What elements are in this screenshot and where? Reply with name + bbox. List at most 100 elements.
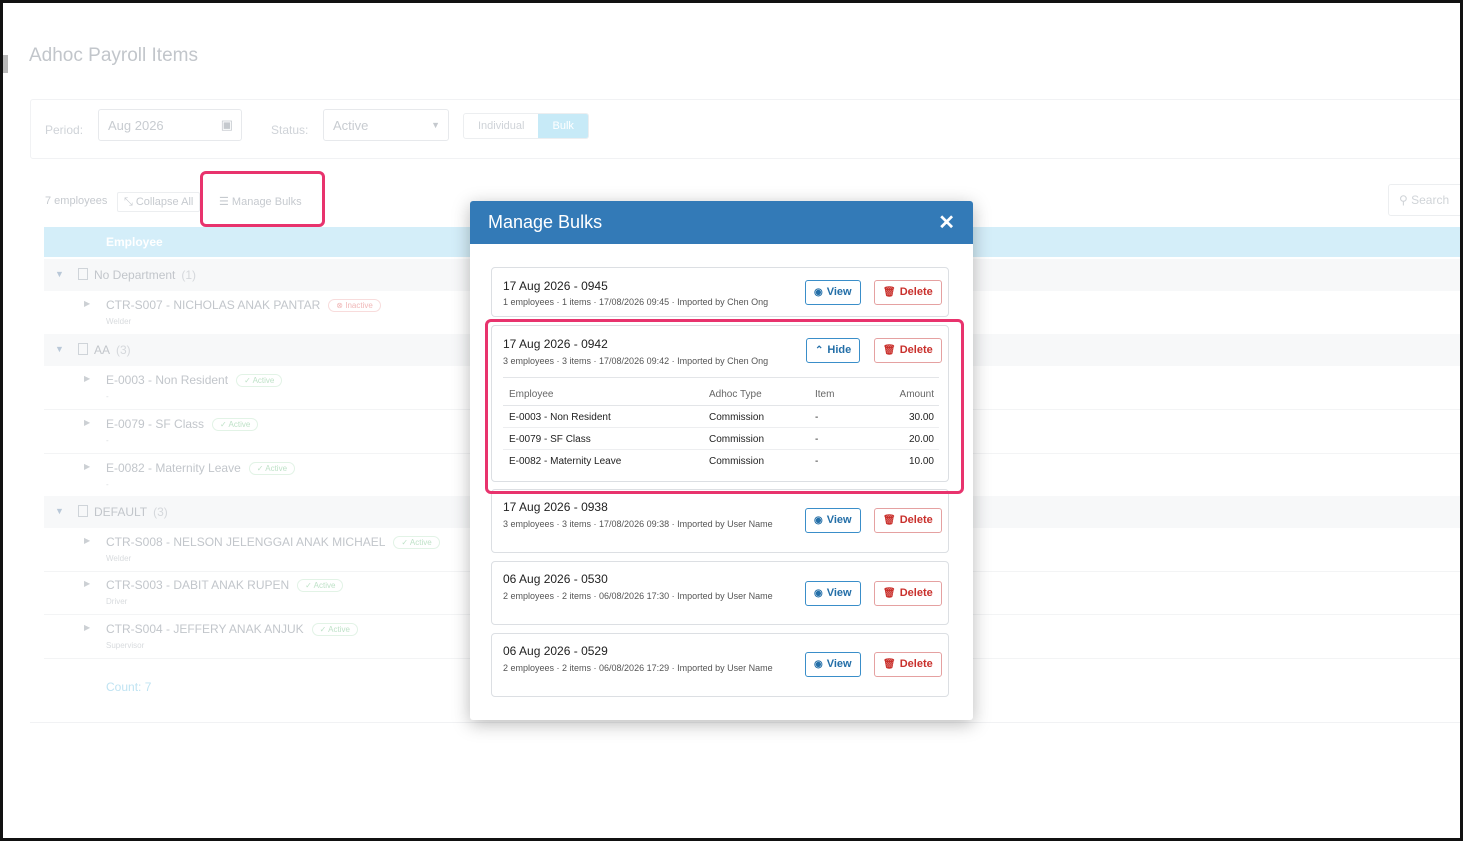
caret-right-icon: ▶	[84, 579, 91, 588]
caret-right-icon: ▶	[84, 462, 91, 471]
eye-icon: ◉	[814, 287, 823, 298]
bulk-meta: 2 employees · 2 items · 06/08/2026 17:29…	[503, 663, 773, 673]
group-name: DEFAULT	[94, 505, 148, 519]
employee-position: -	[106, 436, 109, 445]
status-badge: ✓ Active	[236, 374, 283, 387]
screen: Adhoc Payroll Items Period: Aug 2026 ▣ S…	[0, 0, 1463, 841]
status-badge-label: Inactive	[345, 301, 373, 310]
status-badge-label: Active	[228, 420, 251, 429]
check-circle-icon: ✓	[319, 625, 329, 634]
status-select[interactable]: Active ▼	[323, 109, 449, 141]
period-value: Aug 2026	[108, 118, 164, 133]
status-badge-label: Active	[313, 581, 336, 590]
sidebar-toggle	[3, 55, 8, 73]
employee-name: CTR-S007 - NICHOLAS ANAK PANTAR	[106, 298, 321, 312]
bulk-meta: 3 employees · 3 items · 17/08/2026 09:38…	[503, 519, 773, 529]
delete-label: Delete	[899, 658, 933, 670]
bulk-card: 06 Aug 2026 - 0529 2 employees · 2 items…	[491, 633, 949, 697]
mode-bulk-button[interactable]: Bulk	[538, 114, 588, 138]
close-icon[interactable]: ✕	[938, 210, 955, 235]
delete-label: Delete	[899, 286, 933, 298]
status-badge-label: Active	[252, 376, 275, 385]
status-badge: ✓ Active	[212, 418, 259, 431]
filter-card	[30, 99, 1460, 159]
delete-button[interactable]: 🗑 Delete	[874, 652, 942, 677]
building-icon	[78, 268, 88, 280]
employee-count: 7 employees	[45, 195, 108, 207]
check-circle-icon: ✓	[401, 538, 410, 547]
period-input[interactable]: Aug 2026 ▣	[98, 109, 242, 141]
trash-icon: 🗑	[883, 515, 896, 526]
caret-right-icon: ▶	[84, 536, 91, 545]
view-button[interactable]: ◉ View	[805, 652, 861, 677]
employee-position: -	[106, 392, 109, 401]
bulk-title: 06 Aug 2026 - 0529	[503, 644, 608, 658]
employee-position: -	[106, 480, 109, 489]
status-badge: ✓ Active	[393, 536, 440, 549]
caret-right-icon: ▶	[84, 623, 91, 632]
bulk-title: 17 Aug 2026 - 0945	[503, 279, 608, 293]
eye-icon: ◉	[814, 659, 823, 670]
status-badge: ✓ Active	[297, 579, 344, 592]
highlight-box	[200, 171, 325, 227]
caret-right-icon: ▶	[84, 374, 91, 383]
mode-toggle: Individual Bulk	[463, 113, 589, 139]
eye-icon: ◉	[814, 515, 823, 526]
search-input[interactable]: ⚲ Search	[1388, 184, 1460, 216]
status-badge: ✓ Active	[311, 623, 358, 636]
delete-button[interactable]: 🗑 Delete	[874, 508, 942, 533]
group-count: (3)	[116, 343, 131, 357]
caret-down-icon: ▼	[55, 344, 64, 354]
collapse-all-button[interactable]: ⤡ Collapse All	[117, 192, 201, 212]
calendar-icon: ▣	[220, 117, 233, 132]
divider	[30, 722, 1460, 723]
bulk-title: 17 Aug 2026 - 0938	[503, 500, 608, 514]
delete-button[interactable]: 🗑 Delete	[874, 280, 942, 305]
bulk-card: 06 Aug 2026 - 0530 2 employees · 2 items…	[491, 561, 949, 625]
view-label: View	[826, 286, 852, 298]
view-button[interactable]: ◉ View	[805, 280, 861, 305]
trash-icon: 🗑	[883, 588, 896, 599]
status-badge: ⊗ Inactive	[328, 299, 381, 312]
group-count: (1)	[181, 268, 197, 282]
status-badge-label: Active	[409, 538, 432, 547]
group-name: AA	[94, 343, 111, 357]
check-circle-icon: ✓	[244, 376, 253, 385]
delete-label: Delete	[899, 587, 933, 599]
status-label: Status:	[271, 123, 309, 137]
count-footer: Count: 7	[106, 680, 152, 694]
column-employee: Employee	[106, 235, 163, 249]
collapse-all-label: Collapse All	[135, 196, 194, 208]
bulk-title: 06 Aug 2026 - 0530	[503, 572, 608, 586]
check-circle-icon: ✓	[256, 464, 266, 473]
employee-name: E-0079 - SF Class	[106, 417, 205, 431]
status-badge-label: Active	[328, 625, 350, 634]
caret-right-icon: ▶	[84, 299, 91, 308]
view-button[interactable]: ◉ View	[805, 581, 861, 606]
chevron-down-icon: ▼	[431, 120, 440, 130]
period-label: Period:	[45, 123, 84, 137]
delete-label: Delete	[899, 514, 933, 526]
x-circle-icon: ⊗	[336, 301, 346, 310]
search-placeholder: Search	[1411, 193, 1450, 207]
group-count: (3)	[153, 505, 168, 519]
employee-position: Welder	[106, 317, 132, 326]
employee-position: Driver	[106, 597, 128, 606]
caret-down-icon: ▼	[55, 269, 64, 279]
highlight-box	[485, 319, 964, 494]
view-button[interactable]: ◉ View	[805, 508, 861, 533]
status-badge-label: Active	[265, 464, 288, 473]
eye-icon: ◉	[814, 588, 823, 599]
delete-button[interactable]: 🗑 Delete	[874, 581, 942, 606]
employee-position: Supervisor	[106, 641, 145, 650]
view-label: View	[826, 587, 852, 599]
employee-name: E-0003 - Non Resident	[106, 373, 229, 387]
building-icon	[78, 343, 88, 355]
caret-down-icon: ▼	[55, 506, 64, 516]
employee-name: CTR-S008 - NELSON JELENGGAI ANAK MICHAEL	[106, 535, 386, 549]
mode-individual-button[interactable]: Individual	[464, 114, 538, 138]
trash-icon: 🗑	[883, 287, 896, 298]
page-title: Adhoc Payroll Items	[29, 45, 198, 66]
building-icon	[78, 505, 88, 517]
employee-name: CTR-S004 - JEFFERY ANAK ANJUK	[106, 622, 304, 636]
